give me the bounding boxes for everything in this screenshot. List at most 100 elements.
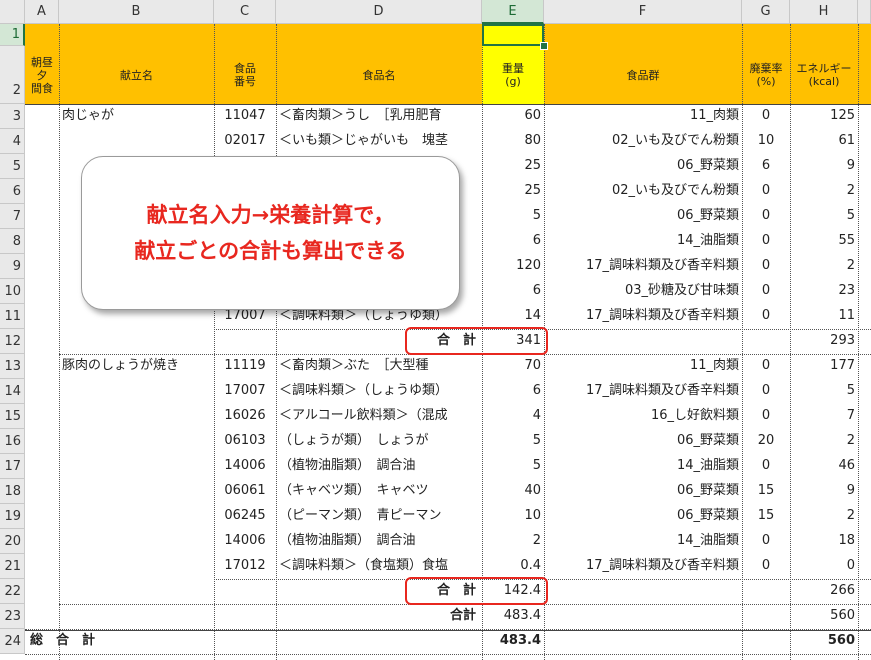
cell-f9[interactable]: 17_調味料類及び香辛料類 (544, 254, 742, 279)
cell-d3[interactable]: ＜畜肉類＞うし ［乳用肥育 (276, 104, 482, 129)
cell-e3[interactable]: 60 (482, 104, 544, 129)
cell-f20[interactable]: 14_油脂類 (544, 529, 742, 554)
cell-e5[interactable]: 25 (482, 154, 544, 179)
cell-d23[interactable]: 合計 (276, 604, 482, 629)
cell-b24[interactable]: 総 合 計 (27, 629, 207, 654)
cell-g11[interactable]: 0 (742, 304, 790, 329)
row-header-12[interactable]: 12 (0, 329, 25, 354)
cell-c14[interactable]: 17007 (214, 379, 276, 404)
cell-d20[interactable]: （植物油脂類） 調合油 (276, 529, 482, 554)
cell-f3[interactable]: 11_肉類 (544, 104, 742, 129)
cell-g15[interactable]: 0 (742, 404, 790, 429)
cell-f17[interactable]: 14_油脂類 (544, 454, 742, 479)
cell-b3[interactable]: 肉じゃが (59, 104, 214, 129)
cell-f19[interactable]: 06_野菜類 (544, 504, 742, 529)
cell-h10[interactable]: 23 (790, 279, 858, 304)
cell-e8[interactable]: 6 (482, 229, 544, 254)
cell-g5[interactable]: 6 (742, 154, 790, 179)
header-col_d[interactable]: 食品名 (276, 46, 482, 104)
cell-f13[interactable]: 11_肉類 (544, 354, 742, 379)
cell-e13[interactable]: 70 (482, 354, 544, 379)
row-header-24[interactable]: 24 (0, 629, 25, 654)
cell-e17[interactable]: 5 (482, 454, 544, 479)
cell-e18[interactable]: 40 (482, 479, 544, 504)
cell-h7[interactable]: 5 (790, 204, 858, 229)
header-col_b[interactable]: 献立名 (59, 46, 214, 104)
cell-g3[interactable]: 0 (742, 104, 790, 129)
cell-h12[interactable]: 293 (790, 329, 858, 354)
cell-d18[interactable]: （キャベツ類） キャベツ (276, 479, 482, 504)
cell-h9[interactable]: 2 (790, 254, 858, 279)
row-header-7[interactable]: 7 (0, 204, 25, 229)
cell-e4[interactable]: 80 (482, 129, 544, 154)
cell-h18[interactable]: 9 (790, 479, 858, 504)
row-header-20[interactable]: 20 (0, 529, 25, 554)
column-header-c[interactable]: C (214, 0, 276, 24)
cell-d16[interactable]: （しょうが類） しょうが (276, 429, 482, 454)
cell-d14[interactable]: ＜調味料類＞（しょうゆ類） (276, 379, 482, 404)
cell-g18[interactable]: 15 (742, 479, 790, 504)
cell-c18[interactable]: 06061 (214, 479, 276, 504)
header-col_f[interactable]: 食品群 (544, 46, 742, 104)
cell-h14[interactable]: 5 (790, 379, 858, 404)
header-col_h[interactable]: エネルギー (kcal) (790, 46, 858, 104)
cell-d17[interactable]: （植物油脂類） 調合油 (276, 454, 482, 479)
column-header-a[interactable]: A (25, 0, 59, 24)
cell-c21[interactable]: 17012 (214, 554, 276, 579)
column-header-i[interactable] (858, 0, 871, 24)
cell-h4[interactable]: 61 (790, 129, 858, 154)
row-header-23[interactable]: 23 (0, 604, 25, 629)
cell-f8[interactable]: 14_油脂類 (544, 229, 742, 254)
cell-h5[interactable]: 9 (790, 154, 858, 179)
cell-e21[interactable]: 0.4 (482, 554, 544, 579)
header-col_a[interactable]: 朝昼夕間食 (25, 46, 59, 104)
cell-h20[interactable]: 18 (790, 529, 858, 554)
row-header-11[interactable]: 11 (0, 304, 25, 329)
cell-d21[interactable]: ＜調味料類＞（食塩類）食塩 (276, 554, 482, 579)
cell-f10[interactable]: 03_砂糖及び甘味類 (544, 279, 742, 304)
cell-c13[interactable]: 11119 (214, 354, 276, 379)
cell-e24[interactable]: 483.4 (482, 629, 544, 654)
cell-e20[interactable]: 2 (482, 529, 544, 554)
cell-g13[interactable]: 0 (742, 354, 790, 379)
column-header-h[interactable]: H (790, 0, 858, 24)
spreadsheet-grid[interactable]: A B C D E F G H 1 2 朝昼夕間食 献立名 食品 番号 食品名 重量 (g) 食品群 廃棄率 (%) エ… (0, 0, 871, 660)
cell-g9[interactable]: 0 (742, 254, 790, 279)
cell-g19[interactable]: 15 (742, 504, 790, 529)
column-header-b[interactable]: B (59, 0, 214, 24)
cell-e23[interactable]: 483.4 (482, 604, 544, 629)
cell-h24[interactable]: 560 (790, 629, 858, 654)
cell-e11[interactable]: 14 (482, 304, 544, 329)
row-header-19[interactable]: 19 (0, 504, 25, 529)
cell-g10[interactable]: 0 (742, 279, 790, 304)
cell-h8[interactable]: 55 (790, 229, 858, 254)
cell-e7[interactable]: 5 (482, 204, 544, 229)
cell-h17[interactable]: 46 (790, 454, 858, 479)
cell-c3[interactable]: 11047 (214, 104, 276, 129)
cell-g7[interactable]: 0 (742, 204, 790, 229)
cell-f16[interactable]: 06_野菜類 (544, 429, 742, 454)
cell-h22[interactable]: 266 (790, 579, 858, 604)
cell-f7[interactable]: 06_野菜類 (544, 204, 742, 229)
cell-c16[interactable]: 06103 (214, 429, 276, 454)
row-header-2[interactable]: 2 (0, 46, 25, 104)
cell-e9[interactable]: 120 (482, 254, 544, 279)
cell-e19[interactable]: 10 (482, 504, 544, 529)
cell-h15[interactable]: 7 (790, 404, 858, 429)
cell-e10[interactable]: 6 (482, 279, 544, 304)
column-header-g[interactable]: G (742, 0, 790, 24)
row-header-18[interactable]: 18 (0, 479, 25, 504)
cell-h21[interactable]: 0 (790, 554, 858, 579)
cell-e15[interactable]: 4 (482, 404, 544, 429)
fill-handle[interactable] (540, 42, 548, 50)
cell-e14[interactable]: 6 (482, 379, 544, 404)
row-header-16[interactable]: 16 (0, 429, 25, 454)
column-header-e[interactable]: E (482, 0, 544, 24)
row-header-10[interactable]: 10 (0, 279, 25, 304)
cell-g14[interactable]: 0 (742, 379, 790, 404)
cell-h6[interactable]: 2 (790, 179, 858, 204)
cell-f6[interactable]: 02_いも及びでん粉類 (544, 179, 742, 204)
row-header-17[interactable]: 17 (0, 454, 25, 479)
cell-c4[interactable]: 02017 (214, 129, 276, 154)
cell-g17[interactable]: 0 (742, 454, 790, 479)
